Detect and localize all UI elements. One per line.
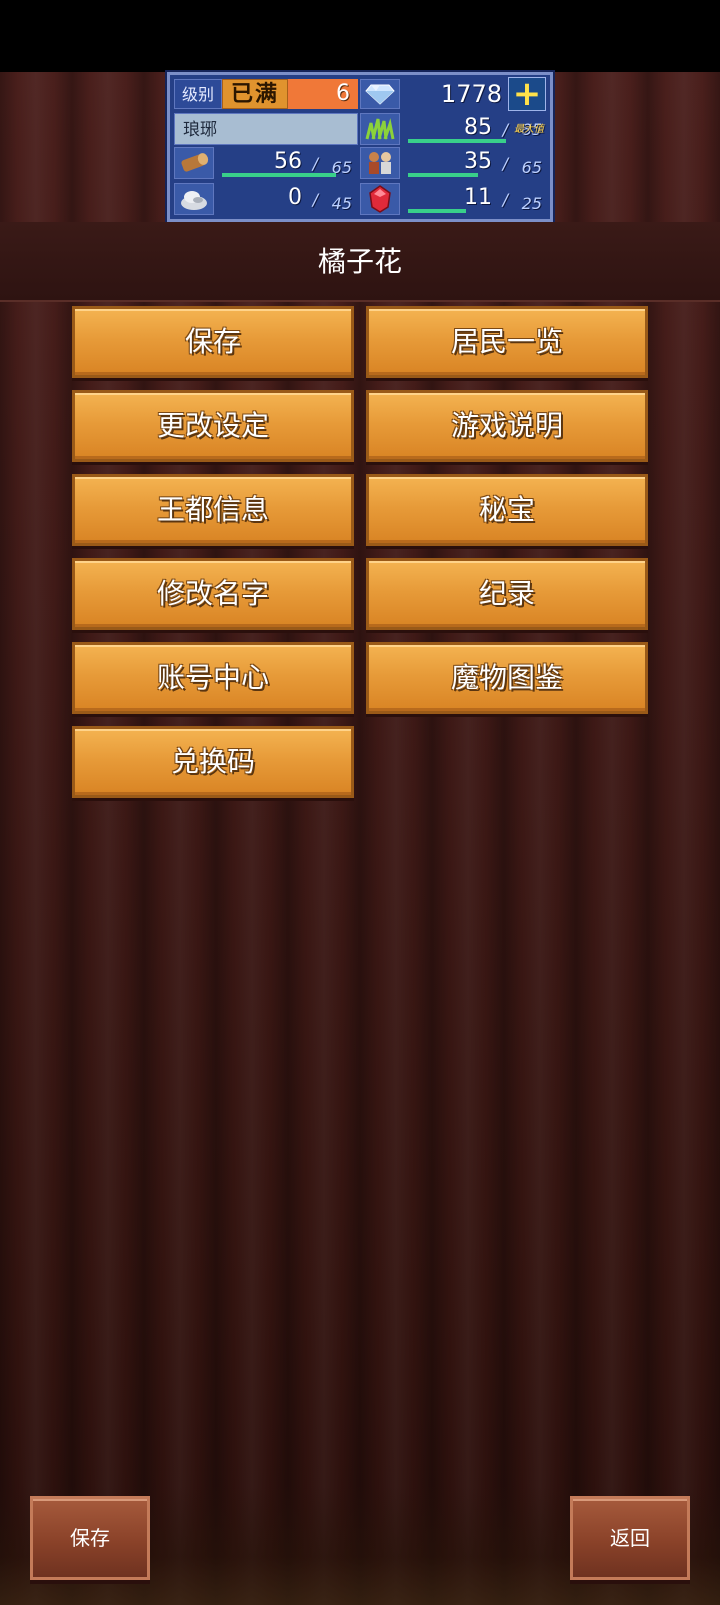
- grass-food-icon: [360, 113, 400, 145]
- level-max-badge: 已满: [222, 79, 288, 109]
- game-instructions-button[interactable]: 游戏说明: [366, 390, 648, 462]
- redgem-value: 11 / 25: [402, 183, 548, 215]
- capital-info-button[interactable]: 王都信息: [72, 474, 354, 546]
- top-black-bar: [0, 0, 720, 72]
- stone-value: 0 / 45: [216, 183, 358, 215]
- stone-max: 45: [331, 194, 352, 213]
- villagers-icon: [360, 147, 400, 179]
- diamond-icon: [360, 79, 400, 109]
- rename-button[interactable]: 修改名字: [72, 558, 354, 630]
- wood-log-icon: [174, 147, 214, 179]
- change-settings-button[interactable]: 更改设定: [72, 390, 354, 462]
- status-panel: 级别 已满 6 1778 + 琅琊 85 / 85 最大值 56 / 65 35…: [167, 72, 553, 222]
- wood-bar: [222, 173, 336, 177]
- redgem-max: 25: [521, 194, 542, 213]
- monster-book-button[interactable]: 魔物图鉴: [366, 642, 648, 714]
- stone-ore-icon: [174, 183, 214, 215]
- red-gem-icon: [360, 183, 400, 215]
- account-center-button[interactable]: 账号中心: [72, 642, 354, 714]
- redgem-slash: /: [502, 190, 508, 209]
- plus-icon: +: [512, 74, 542, 114]
- add-gems-button[interactable]: +: [508, 77, 546, 111]
- stone-slash: /: [312, 190, 318, 209]
- gem-count: 1778: [440, 80, 502, 108]
- redgem-current: 11: [464, 185, 492, 210]
- villagers-max: 65: [521, 158, 542, 177]
- stone-current: 0: [288, 185, 302, 210]
- food-value: 85 / 85 最大值: [402, 113, 548, 145]
- redgem-bar: [408, 209, 466, 213]
- records-button[interactable]: 纪录: [366, 558, 648, 630]
- back-button[interactable]: 返回: [570, 1496, 690, 1580]
- wood-max: 65: [331, 158, 352, 177]
- level-label: 级别: [174, 79, 222, 109]
- kingdom-name: 琅琊: [174, 113, 358, 145]
- villagers-value: 35 / 65: [402, 147, 548, 179]
- redeem-code-button[interactable]: 兑换码: [72, 726, 354, 798]
- food-max-tag: 最大值: [514, 124, 544, 135]
- wood-value: 56 / 65: [216, 147, 358, 179]
- food-bar: [408, 139, 506, 143]
- villagers-bar: [408, 173, 478, 177]
- title-bar: 橘子花: [0, 222, 720, 302]
- treasure-button[interactable]: 秘宝: [366, 474, 648, 546]
- level-value: 6: [288, 79, 358, 109]
- bottom-save-button[interactable]: 保存: [30, 1496, 150, 1580]
- residents-list-button[interactable]: 居民一览: [366, 306, 648, 378]
- save-menu-button[interactable]: 保存: [72, 306, 354, 378]
- villagers-slash: /: [502, 154, 508, 173]
- page-title: 橘子花: [317, 245, 402, 278]
